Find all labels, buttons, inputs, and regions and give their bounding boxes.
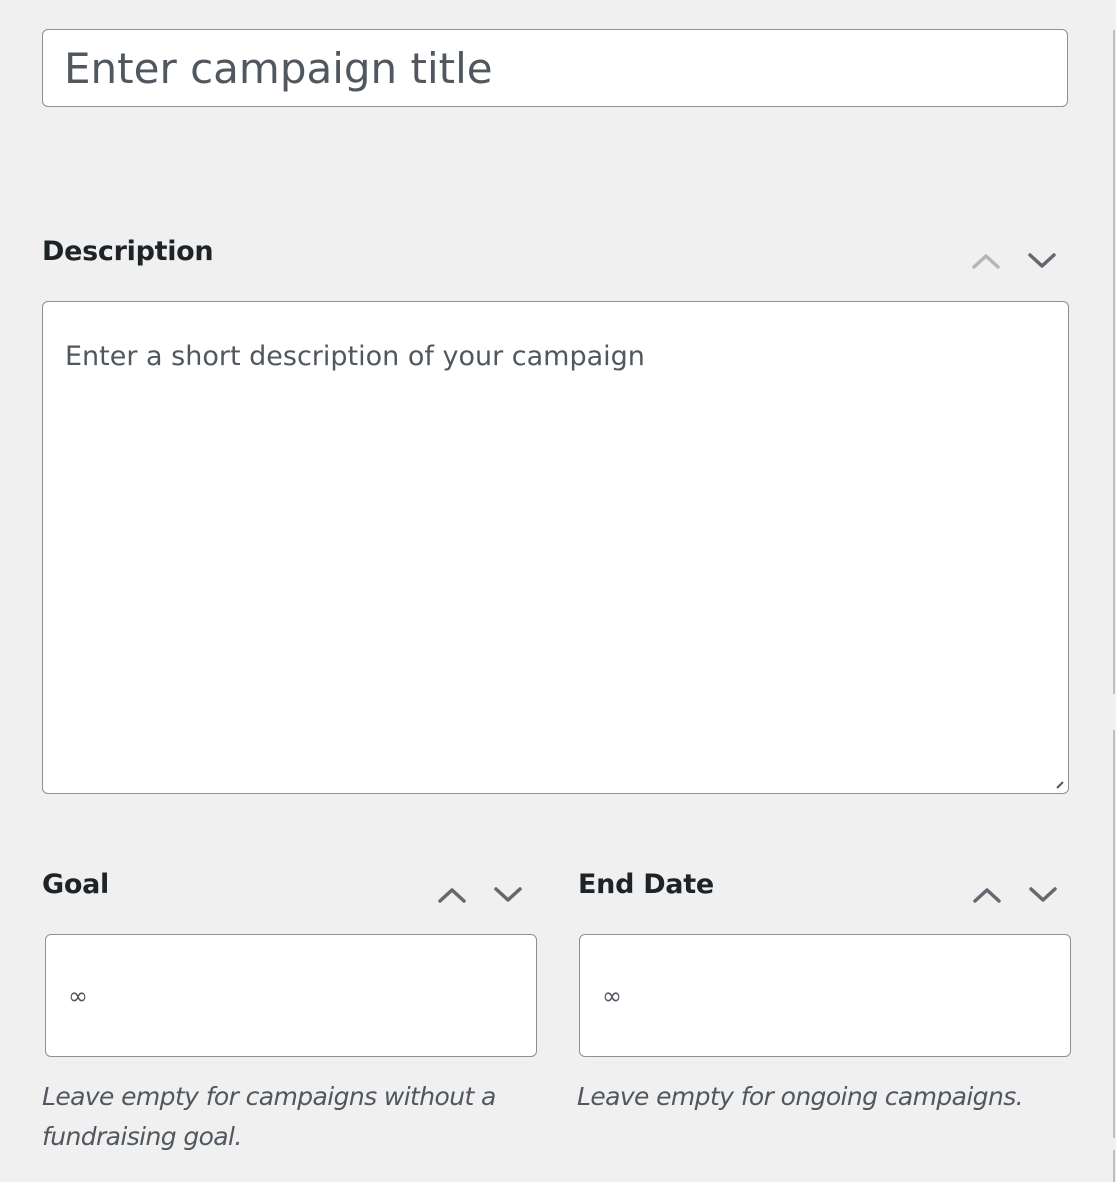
chevron-up-icon <box>972 254 1000 269</box>
scrollbar-gap <box>1111 694 1116 730</box>
chevron-up-icon <box>438 888 466 903</box>
goal-label: Goal <box>42 869 109 900</box>
resize-handle-icon[interactable] <box>1056 781 1064 789</box>
end-date-move-up-button[interactable] <box>967 878 1007 912</box>
end-date-move-down-button[interactable] <box>1023 878 1063 912</box>
goal-move-up-button[interactable] <box>432 878 472 912</box>
end-date-help-text: Leave empty for ongoing campaigns. <box>577 1082 1024 1111</box>
chevron-down-icon <box>494 887 522 902</box>
chevron-up-icon <box>973 888 1001 903</box>
end-date-input[interactable] <box>579 934 1071 1057</box>
description-textarea[interactable] <box>42 301 1069 794</box>
goal-input[interactable] <box>45 934 537 1057</box>
goal-help-text: Leave empty for campaigns without a fund… <box>42 1082 496 1151</box>
scrollbar-gap <box>1111 1138 1116 1150</box>
description-move-up-button[interactable] <box>966 244 1006 278</box>
scrollbar-track[interactable] <box>1113 30 1115 1182</box>
description-move-down-button[interactable] <box>1022 244 1062 278</box>
description-label: Description <box>42 236 214 267</box>
chevron-down-icon <box>1028 253 1056 268</box>
end-date-label: End Date <box>578 869 714 900</box>
goal-move-down-button[interactable] <box>488 878 528 912</box>
campaign-title-input[interactable] <box>42 29 1068 107</box>
chevron-down-icon <box>1029 887 1057 902</box>
